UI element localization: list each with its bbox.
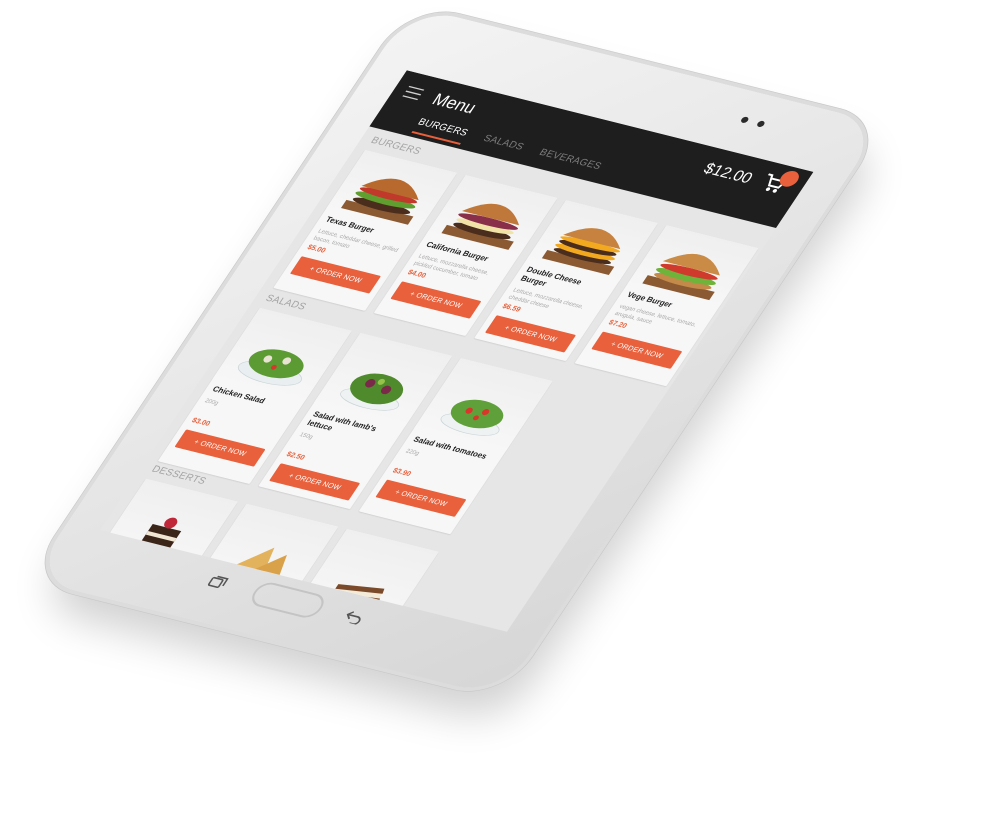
tab-burgers[interactable]: BURGERS [411, 116, 471, 145]
recent-apps-key-icon[interactable] [206, 574, 230, 590]
hamburger-menu-icon[interactable] [402, 85, 425, 101]
app-screen: Menu $12.00 BURGERS SALADS BEVERAGES BUR… [100, 70, 814, 632]
section-title-salads: SALADS [263, 292, 309, 313]
cart-total: $12.00 [700, 159, 757, 187]
tablet-mockup-scene: Menu $12.00 BURGERS SALADS BEVERAGES BUR… [0, 0, 982, 836]
tablet-device: Menu $12.00 BURGERS SALADS BEVERAGES BUR… [29, 6, 884, 698]
sensor-dot [755, 120, 766, 128]
camera-dot [739, 116, 750, 124]
tab-salads[interactable]: SALADS [477, 133, 526, 159]
home-button[interactable] [246, 580, 330, 621]
page-title: Menu [428, 89, 481, 118]
back-key-icon[interactable] [342, 608, 367, 625]
tab-beverages[interactable]: BEVERAGES [533, 147, 604, 178]
